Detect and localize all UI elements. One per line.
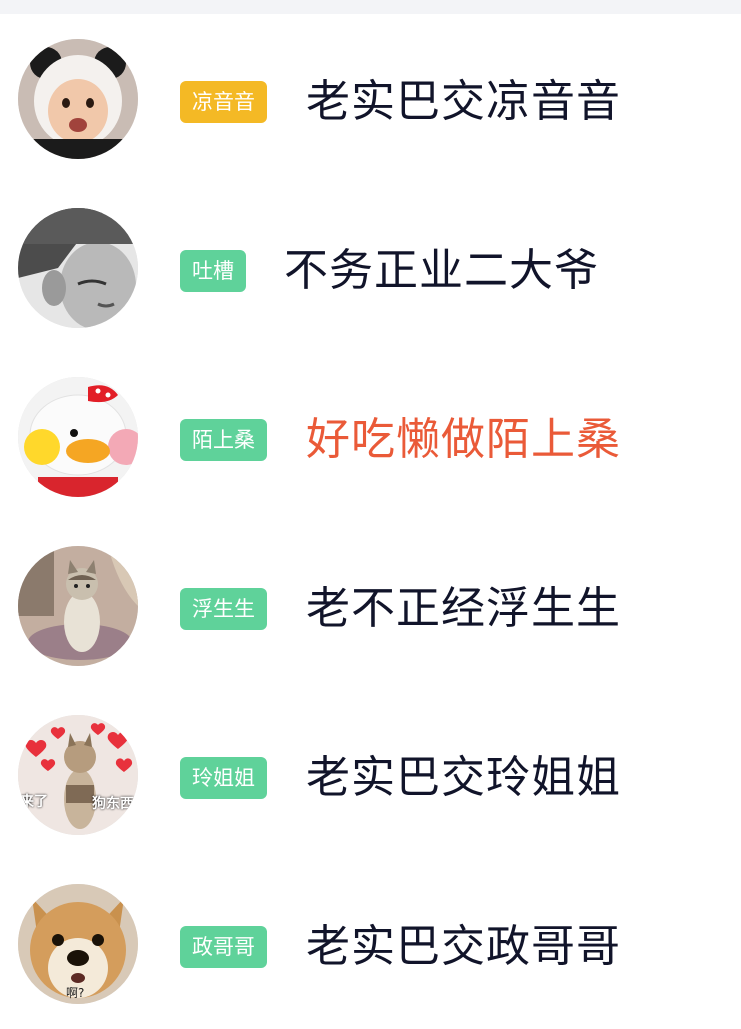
tag-badge: 浮生生 xyxy=(180,588,267,630)
sitting-cat-avatar[interactable] xyxy=(18,546,138,666)
shiba-dog-meme-avatar[interactable]: 啊? xyxy=(18,884,138,1004)
tag-badge: 陌上桑 xyxy=(180,419,267,461)
top-divider-bar xyxy=(0,0,741,14)
avatar-caption-right: 狗东西 xyxy=(92,796,134,812)
list-item[interactable]: 来了 狗东西 玲姐姐 老实巴交玲姐姐 xyxy=(0,690,741,835)
user-name: 不务正业二大爷 xyxy=(284,245,599,296)
list-item[interactable]: 凉音音 老实巴交凉音音 xyxy=(0,14,741,159)
tag-badge: 凉音音 xyxy=(180,81,267,123)
avatar-caption-left: 来了 xyxy=(20,794,48,810)
yellow-duck-plush-avatar[interactable] xyxy=(18,377,138,497)
user-name: 老不正经浮生生 xyxy=(306,583,621,634)
tag-badge: 玲姐姐 xyxy=(180,757,267,799)
user-name: 老实巴交政哥哥 xyxy=(306,921,621,972)
user-name: 好吃懒做陌上桑 xyxy=(306,414,621,465)
dog-hearts-meme-avatar[interactable]: 来了 狗东西 xyxy=(18,715,138,835)
man-beanie-bw-avatar[interactable] xyxy=(18,208,138,328)
avatar-caption-bottom: 啊? xyxy=(66,986,85,1000)
user-name: 老实巴交玲姐姐 xyxy=(306,752,621,803)
panda-hood-baby-avatar[interactable] xyxy=(18,39,138,159)
list-item[interactable]: 吐槽 不务正业二大爷 xyxy=(0,183,741,328)
list-item[interactable]: 浮生生 老不正经浮生生 xyxy=(0,521,741,666)
list-item[interactable]: 啊? 政哥哥 老实巴交政哥哥 xyxy=(0,859,741,1004)
user-name: 老实巴交凉音音 xyxy=(306,76,621,127)
tag-badge: 吐槽 xyxy=(180,250,246,292)
list-item[interactable]: 陌上桑 好吃懒做陌上桑 xyxy=(0,352,741,497)
tag-badge: 政哥哥 xyxy=(180,926,267,968)
